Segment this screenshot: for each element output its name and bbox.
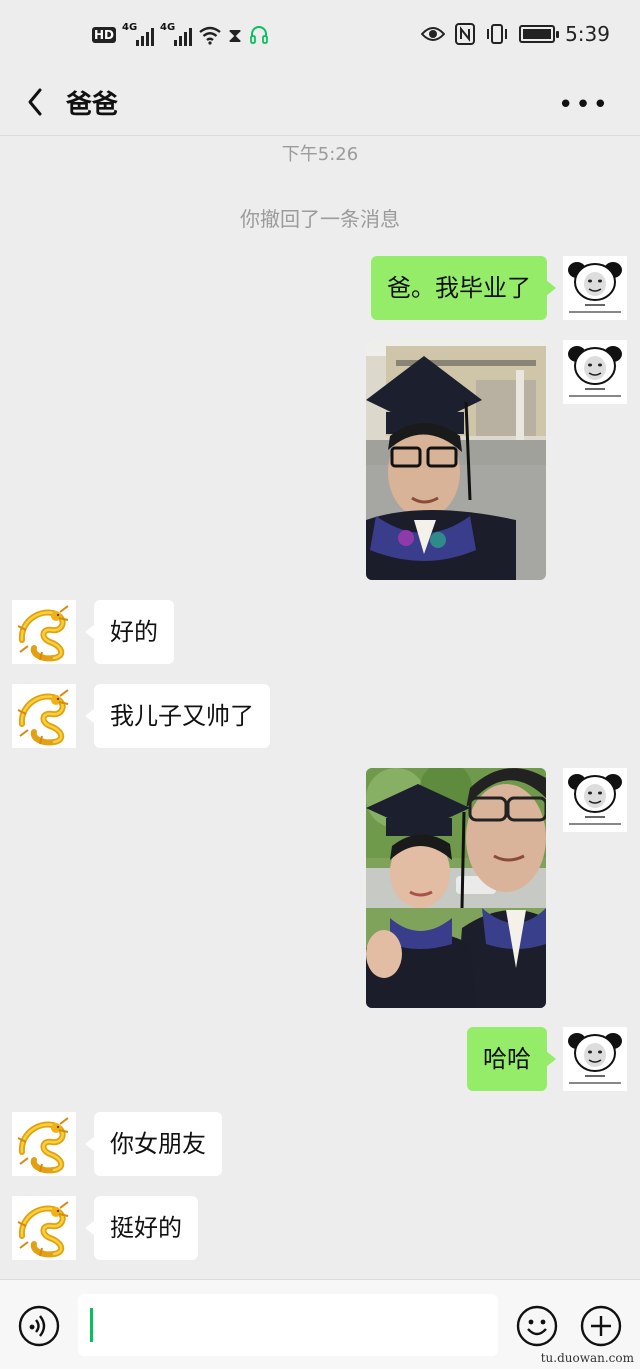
chevron-left-icon[interactable] xyxy=(22,84,50,120)
network-type-label-2: 4G xyxy=(160,22,176,33)
dad-avatar[interactable] xyxy=(12,1112,76,1176)
text-caret xyxy=(90,1308,93,1342)
my-avatar[interactable] xyxy=(563,768,627,832)
my-avatar[interactable] xyxy=(563,340,627,404)
chat-header: 爸爸 ••• xyxy=(0,72,640,136)
dad-avatar[interactable] xyxy=(12,1196,76,1260)
nfc-icon xyxy=(455,23,476,45)
golden-dragon-icon xyxy=(12,1112,76,1176)
chat-title: 爸爸 xyxy=(66,90,119,120)
golden-dragon-icon xyxy=(12,1196,76,1260)
panda-meme-icon xyxy=(563,1027,627,1091)
couple-graduation-photo[interactable] xyxy=(366,768,546,1008)
recall-notice: 你撤回了一条消息 xyxy=(240,207,400,231)
headset-icon xyxy=(250,26,268,44)
signal-icon-2: 4G xyxy=(160,22,193,46)
message-bubble-received[interactable]: 好的 xyxy=(85,600,174,664)
my-avatar[interactable] xyxy=(563,1027,627,1091)
battery-icon xyxy=(519,25,560,43)
message-bubble-sent[interactable]: 爸。我毕业了 xyxy=(371,256,556,320)
plus-icon[interactable] xyxy=(580,1305,622,1347)
watermark: tu.duowan.com xyxy=(540,1351,634,1365)
panda-meme-icon xyxy=(563,256,627,320)
message-bubble-sent[interactable]: 哈哈 xyxy=(467,1027,556,1091)
signal-icon: 4G xyxy=(122,22,155,46)
message-bubble-received[interactable]: 挺好的 xyxy=(85,1196,198,1260)
golden-dragon-icon xyxy=(12,684,76,748)
dad-avatar[interactable] xyxy=(12,684,76,748)
hd-icon: HD xyxy=(92,27,117,43)
panda-meme-icon xyxy=(563,340,627,404)
golden-dragon-icon xyxy=(12,600,76,664)
wifi-icon xyxy=(199,26,221,45)
status-bar: HD 4G 4G ⧗ 5:39 xyxy=(0,0,640,72)
status-left-icons: HD 4G 4G ⧗ xyxy=(92,22,270,47)
voice-icon[interactable] xyxy=(18,1305,60,1347)
more-dots-icon[interactable]: ••• xyxy=(558,90,610,120)
chat-timestamp: 下午5:26 xyxy=(281,144,359,165)
vibrate-icon xyxy=(487,24,508,44)
message-input[interactable] xyxy=(78,1294,498,1356)
status-time: 5:39 xyxy=(565,22,610,46)
hourglass-icon: ⧗ xyxy=(228,23,243,47)
message-bubble-received[interactable]: 我儿子又帅了 xyxy=(85,684,270,748)
network-type-label: 4G xyxy=(122,22,138,33)
my-avatar[interactable] xyxy=(563,256,627,320)
status-right-icons: 5:39 xyxy=(421,22,610,46)
emoji-icon[interactable] xyxy=(516,1305,558,1347)
graduation-selfie-image[interactable] xyxy=(366,340,546,580)
message-bubble-received[interactable]: 你女朋友 xyxy=(85,1112,222,1176)
dad-avatar[interactable] xyxy=(12,600,76,664)
eye-icon xyxy=(421,27,446,41)
panda-meme-icon xyxy=(563,768,627,832)
